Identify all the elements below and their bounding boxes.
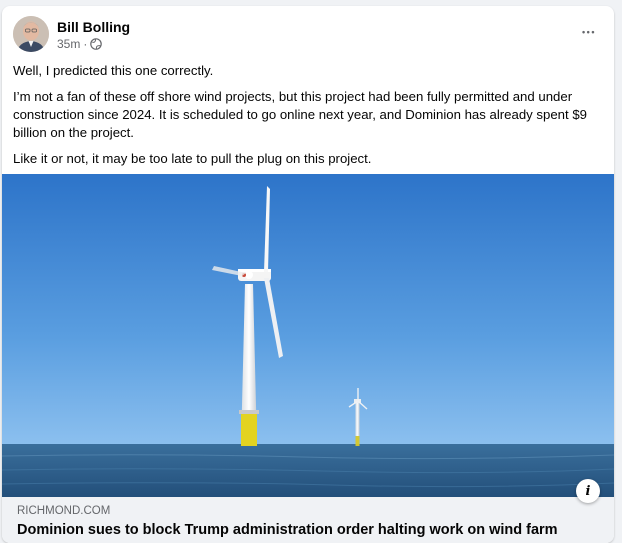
post-paragraph-2: I’m not a fan of these off shore wind pr… (13, 89, 588, 140)
author-name[interactable]: Bill Bolling (57, 19, 130, 35)
link-title[interactable]: Dominion sues to block Trump administrat… (17, 522, 558, 538)
more-options-button[interactable]: ••• (574, 20, 604, 44)
link-preview-image[interactable] (2, 174, 614, 497)
post-header: Bill Bolling 35m · ••• (2, 6, 614, 56)
more-icon: ••• (582, 27, 596, 37)
avatar[interactable] (13, 16, 49, 52)
meta-separator: · (83, 37, 88, 51)
post-time[interactable]: 35m (57, 37, 80, 51)
post-meta: 35m · (57, 37, 103, 51)
globe-icon (90, 38, 103, 50)
info-icon: i (585, 483, 591, 499)
post-card: Bill Bolling 35m · ••• Well, I predicted… (2, 6, 614, 543)
link-preview[interactable]: RICHMOND.COM Dominion sues to block Trum… (2, 497, 614, 543)
wind-turbine-photo (2, 174, 614, 497)
avatar-image (13, 16, 49, 52)
post-paragraph-1: Well, I predicted this one correctly. (13, 63, 214, 78)
info-button[interactable]: i (576, 479, 600, 503)
post-text: Well, I predicted this one correctly. I’… (13, 62, 603, 176)
post-paragraph-3: Like it or not, it may be too late to pu… (13, 151, 372, 166)
link-domain: RICHMOND.COM (17, 505, 111, 517)
